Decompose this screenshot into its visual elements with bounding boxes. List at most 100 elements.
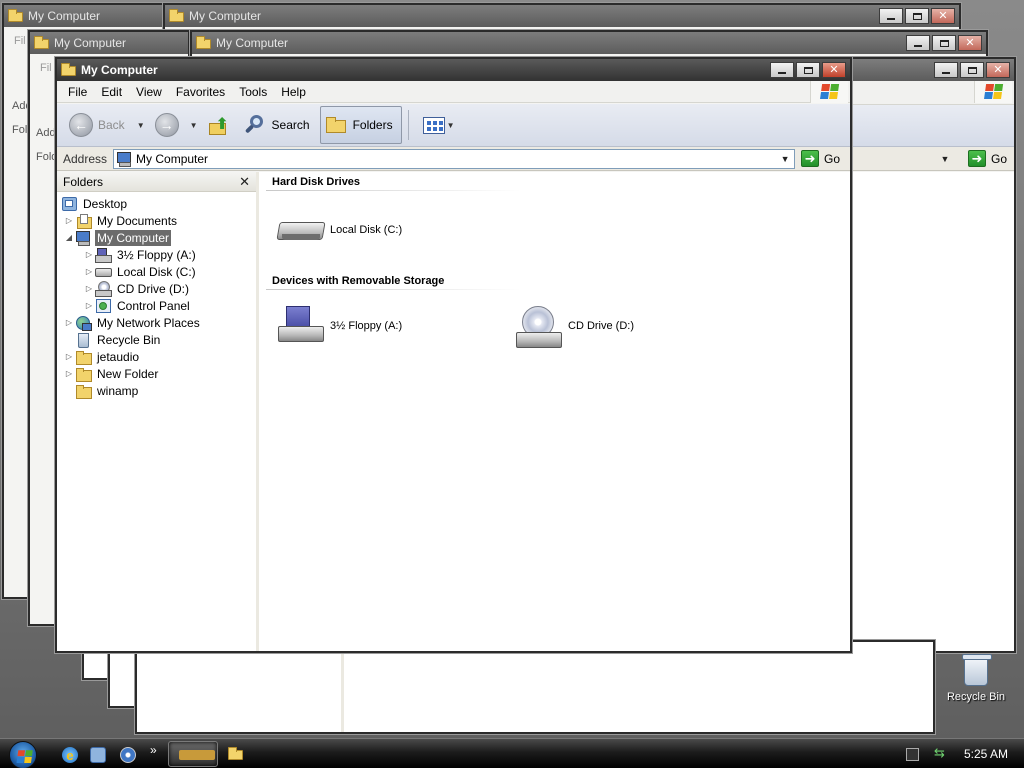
drive-cd[interactable]: CD Drive (D:) xyxy=(514,306,634,348)
group-header-hard-disks: Hard Disk Drives xyxy=(272,176,361,188)
tree-item-my-computer[interactable]: ◢ My Computer xyxy=(57,229,256,246)
tree-item-winamp[interactable]: winamp xyxy=(57,382,256,399)
drive-local-disk[interactable]: Local Disk (C:) xyxy=(276,210,402,250)
keyboard-icon[interactable] xyxy=(906,748,919,761)
expand-icon[interactable]: ▷ xyxy=(63,369,75,378)
tree-item-label: CD Drive (D:) xyxy=(117,281,189,296)
tree-item-cd-drive[interactable]: ▷ CD Drive (D:) xyxy=(57,280,256,297)
close-button[interactable]: ✕ xyxy=(958,35,982,51)
expand-icon[interactable]: ▷ xyxy=(63,216,75,225)
minimize-button[interactable] xyxy=(906,35,930,51)
tree-item-local-disk[interactable]: ▷ Local Disk (C:) xyxy=(57,263,256,280)
address-dropdown-icon[interactable]: ▼ xyxy=(938,151,952,167)
views-button[interactable]: ▼ xyxy=(415,107,465,143)
go-arrow-icon: ➜ xyxy=(801,150,820,167)
menu-favorites[interactable]: Favorites xyxy=(169,85,232,99)
search-icon xyxy=(244,114,266,136)
media-player-icon[interactable] xyxy=(120,747,136,763)
search-button[interactable]: Search xyxy=(240,107,314,143)
back-label: Back xyxy=(98,118,125,132)
maximize-button[interactable] xyxy=(796,62,820,78)
clock[interactable]: 5:25 AM xyxy=(964,747,1008,761)
background-window-8[interactable] xyxy=(135,640,935,734)
menu-help[interactable]: Help xyxy=(274,85,313,99)
tree-item-floppy[interactable]: ▷ 3½ Floppy (A:) xyxy=(57,246,256,263)
tree-item-my-documents[interactable]: ▷ My Documents xyxy=(57,212,256,229)
forward-button[interactable]: → xyxy=(151,107,188,143)
window-title: My Computer xyxy=(216,36,289,50)
minimize-button[interactable] xyxy=(879,8,903,24)
up-folder-icon: ⬆ xyxy=(208,114,230,136)
address-dropdown-icon[interactable]: ▼ xyxy=(778,151,792,167)
up-button[interactable]: ⬆ xyxy=(204,107,234,143)
expand-icon[interactable]: ▷ xyxy=(83,267,95,276)
desktop-icon xyxy=(61,196,77,211)
toolbar-separator xyxy=(407,110,409,140)
menu-view[interactable]: View xyxy=(129,85,169,99)
maximize-button[interactable] xyxy=(960,62,984,78)
close-button[interactable]: ✕ xyxy=(931,8,955,24)
address-input[interactable]: My Computer ▼ xyxy=(113,148,796,169)
views-dropdown-icon: ▼ xyxy=(446,120,455,130)
close-button[interactable]: ✕ xyxy=(822,62,846,78)
menu-bar: File Edit View Favorites Tools Help xyxy=(57,81,850,103)
desktop-recycle-bin[interactable]: Recycle Bin xyxy=(940,654,1012,703)
address-label: Address xyxy=(63,151,108,166)
expand-icon[interactable]: ▷ xyxy=(83,250,95,259)
tree-item-label: 3½ Floppy (A:) xyxy=(117,247,196,262)
collapse-icon[interactable]: ◢ xyxy=(63,233,75,242)
close-button[interactable]: ✕ xyxy=(986,62,1010,78)
expand-icon[interactable]: ▷ xyxy=(83,301,95,310)
control-panel-icon xyxy=(95,298,111,313)
maximize-button[interactable] xyxy=(905,8,929,24)
title-bar[interactable]: My Computer ✕ xyxy=(192,32,986,54)
tree-item-new-folder[interactable]: ▷ New Folder xyxy=(57,365,256,382)
expand-icon[interactable]: ▷ xyxy=(63,318,75,327)
tree-item-desktop[interactable]: Desktop xyxy=(57,195,256,212)
computer-icon xyxy=(116,151,132,167)
maximize-button[interactable] xyxy=(932,35,956,51)
go-arrow-icon: ➜ xyxy=(968,150,986,167)
expand-icon[interactable]: ▷ xyxy=(83,284,95,293)
folder-icon xyxy=(169,8,185,23)
show-desktop-icon[interactable] xyxy=(90,747,106,763)
tree-item-jetaudio[interactable]: ▷ jetaudio xyxy=(57,348,256,365)
tree-item-network-places[interactable]: ▷ My Network Places xyxy=(57,314,256,331)
go-button[interactable]: ➜ Go xyxy=(968,150,1007,167)
tree-item-label: Local Disk (C:) xyxy=(117,264,196,279)
folders-button[interactable]: Folders xyxy=(319,106,402,144)
forward-dropdown-icon[interactable]: ▼ xyxy=(190,121,198,130)
my-computer-window[interactable]: My Computer ✕ File Edit View Favorites T… xyxy=(55,57,852,653)
minimize-button[interactable] xyxy=(934,62,958,78)
menu-file[interactable]: File xyxy=(61,85,94,99)
tree-item-control-panel[interactable]: ▷ Control Panel xyxy=(57,297,256,314)
internet-explorer-icon[interactable]: e xyxy=(62,747,78,763)
title-bar[interactable]: My Computer xyxy=(30,32,188,54)
folder-icon xyxy=(75,383,92,399)
menu-edit[interactable]: Edit xyxy=(94,85,129,99)
taskbar-button-explorer[interactable] xyxy=(168,741,218,767)
network-tray-icon[interactable]: ⇆ xyxy=(934,745,947,760)
start-button[interactable] xyxy=(9,741,37,768)
minimize-button[interactable] xyxy=(770,62,794,78)
menu-tools[interactable]: Tools xyxy=(232,85,274,99)
folder-icon xyxy=(34,35,50,50)
title-bar[interactable]: My Computer ✕ xyxy=(57,59,850,81)
drive-floppy[interactable]: 3½ Floppy (A:) xyxy=(276,306,402,346)
title-bar[interactable]: My Computer xyxy=(4,5,162,27)
folder-icon xyxy=(75,349,92,365)
folder-icon[interactable] xyxy=(228,747,246,761)
back-arrow-icon: ← xyxy=(69,113,93,137)
back-button[interactable]: ← Back xyxy=(65,107,129,143)
close-pane-button[interactable]: ✕ xyxy=(239,174,250,190)
go-button[interactable]: ➜ Go xyxy=(801,150,840,167)
quick-launch-more-icon[interactable]: » xyxy=(150,743,157,757)
views-icon xyxy=(422,116,445,134)
floppy-drive-icon xyxy=(276,306,326,346)
expand-icon[interactable]: ▷ xyxy=(63,352,75,361)
folder-icon xyxy=(196,35,212,50)
title-bar[interactable]: My Computer ✕ xyxy=(165,5,959,27)
tree-item-recycle-bin[interactable]: Recycle Bin xyxy=(57,331,256,348)
computer-icon xyxy=(75,230,91,246)
back-dropdown-icon[interactable]: ▼ xyxy=(137,121,145,130)
